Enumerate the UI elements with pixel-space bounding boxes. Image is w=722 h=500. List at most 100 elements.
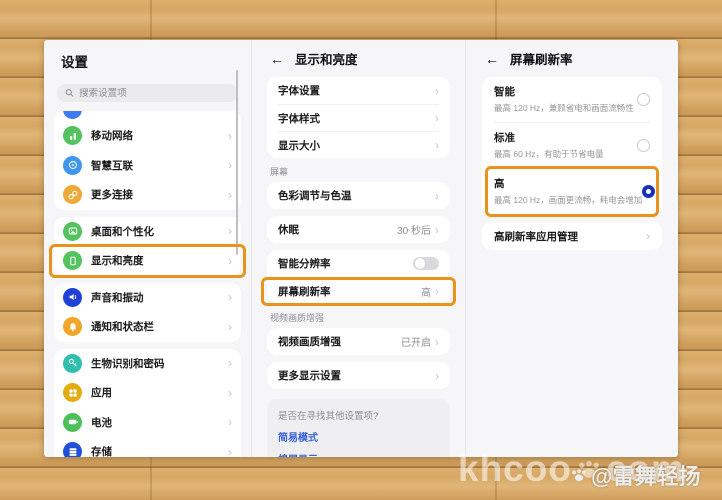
sidebar-item-smart-connect[interactable]: 智慧互联 › [63,151,232,181]
author-handle: @雷舞轻扬 [591,459,700,491]
refresh-rate-panel: ← 屏幕刷新率 智能 最高 120 Hz，兼顾省电和画面流畅性 标准 最高 60… [466,40,678,457]
sidebar-item-label: 电池 [91,415,112,430]
settings-group-display: 桌面和个性化 › 显示和亮度 › [54,217,241,276]
option-text: 高 最高 120 Hz，画面更流畅，耗电会增加 [494,176,642,206]
sidebar-item-display-brightness[interactable]: 显示和亮度 › [63,246,232,276]
sidebar-item-label: 更多连接 [91,187,133,202]
sidebar-item-label: 显示和亮度 [91,253,144,268]
clipped-item-icon [63,111,82,119]
chevron-right-icon: › [646,230,650,242]
panel-title: 屏幕刷新率 [510,49,573,68]
row-label: 高刷新率应用管理 [494,229,578,244]
back-icon[interactable]: ← [485,52,499,66]
row-label: 更多显示设置 [278,368,341,383]
search-bar[interactable] [57,84,238,102]
link-always-on-display[interactable]: 熄屏显示 [278,451,439,457]
search-icon [65,88,74,98]
storage-icon [63,442,82,457]
toggle-knob [415,258,426,269]
settings-group-connections: 移动网络 › 智慧互联 › 更多连接 › [54,111,241,210]
sidebar-item-apps[interactable]: 应用 › [63,378,232,408]
sidebar-item-notifications[interactable]: 通知和状态栏 › [63,312,232,342]
battery-icon [63,413,82,432]
row-label: 屏幕刷新率 [278,284,331,299]
sidebar-item-battery[interactable]: 电池 › [63,408,232,438]
smart-connect-icon [63,156,82,175]
row-more-display-settings[interactable]: 更多显示设置 › [278,362,439,389]
chevron-right-icon: › [435,190,439,202]
home-personalization-icon [63,222,82,241]
chevron-right-icon: › [228,130,232,142]
settings-group-system: 生物识别和密码 › 应用 › 电池 › [54,349,241,458]
row-label: 视频画质增强 [278,334,341,349]
display-brightness-icon [63,251,82,270]
row-label: 字体设置 [278,83,320,98]
chevron-right-icon: › [228,321,232,333]
manage-apps-card: 高刷新率应用管理 › [482,222,662,250]
sidebar-item-more-connections[interactable]: 更多连接 › [63,180,232,210]
option-description: 最高 120 Hz，画面更流畅，耗电会增加 [494,194,642,206]
row-high-refresh-app-management[interactable]: 高刷新率应用管理 › [494,222,650,250]
row-smart-resolution[interactable]: 智能分辨率 [278,250,439,277]
back-icon[interactable]: ← [270,52,284,66]
chevron-right-icon: › [228,159,232,171]
radio-selected-icon[interactable] [642,185,655,198]
option-label: 标准 [494,130,604,145]
section-label-video: 视频画质增强 [270,311,447,324]
settings-panel: 设置 移动网络 › [44,40,251,457]
mobile-network-icon [63,126,82,145]
row-display-size[interactable]: 显示大小 › [278,131,439,158]
chevron-right-icon: › [228,255,232,267]
option-description: 最高 60 Hz，有助于节省电量 [494,148,604,160]
smart-resolution-toggle[interactable] [413,257,439,271]
partially-visible-item[interactable] [63,111,232,121]
panel-header: ← 屏幕刷新率 [482,40,662,77]
chevron-right-icon: › [435,285,439,297]
resolution-refresh-card: 智能分辨率 屏幕刷新率 高 › [267,250,450,304]
sidebar-item-mobile-network[interactable]: 移动网络 › [63,121,232,151]
radio-unselected-icon[interactable] [637,93,650,106]
sidebar-item-sound-vibration[interactable]: 声音和振动 › [63,283,232,313]
sleep-value: 30 秒后 [397,222,431,237]
search-input[interactable] [79,88,230,99]
row-color-temp[interactable]: 色彩调节与色温 › [278,182,439,209]
chevron-right-icon: › [228,189,232,201]
row-label: 色彩调节与色温 [278,188,352,203]
sidebar-item-label: 声音和振动 [91,290,144,305]
more-display-card: 更多显示设置 › [267,362,450,389]
link-simple-mode[interactable]: 简易模式 [278,429,439,444]
more-connections-icon [63,185,82,204]
row-font-style[interactable]: 字体样式 › [278,104,439,131]
row-refresh-rate[interactable]: 屏幕刷新率 高 › [278,277,439,304]
option-smart[interactable]: 智能 最高 120 Hz，兼顾省电和画面流畅性 [494,77,650,122]
sidebar-item-label: 移动网络 [91,128,133,143]
row-video-enhance[interactable]: 视频画质增强 已开启 › [278,328,439,355]
option-high[interactable]: 高 最高 120 Hz，画面更流畅，耗电会增加 [494,168,650,214]
sidebar-item-biometrics-password[interactable]: 生物识别和密码 › [63,349,232,379]
refresh-rate-options-card: 智能 最高 120 Hz，兼顾省电和画面流畅性 标准 最高 60 Hz，有助于节… [482,77,662,214]
radio-unselected-icon[interactable] [637,139,650,152]
row-sleep[interactable]: 休眠 30 秒后 › [278,216,439,243]
row-label: 字体样式 [278,111,320,126]
chevron-right-icon: › [435,336,439,348]
row-label: 休眠 [278,222,299,237]
video-enhance-value: 已开启 [401,334,431,349]
refresh-rate-value: 高 [421,284,431,299]
suggestions-title: 是否在寻找其他设置项? [278,408,439,422]
chevron-right-icon: › [228,291,232,303]
author-watermark: @雷舞轻扬 [570,459,700,491]
chevron-right-icon: › [228,225,232,237]
row-label: 智能分辨率 [278,256,331,271]
paw-icon [570,468,588,482]
sidebar-item-home-personalization[interactable]: 桌面和个性化 › [63,217,232,247]
panel-title: 显示和亮度 [295,49,358,68]
option-standard[interactable]: 标准 最高 60 Hz，有助于节省电量 [494,122,650,168]
option-description: 最高 120 Hz，兼顾省电和画面流畅性 [494,102,634,114]
notifications-icon [63,317,82,336]
scrollbar[interactable] [236,70,239,255]
page-title: 设置 [61,51,251,71]
sidebar-item-label: 桌面和个性化 [91,224,154,239]
sidebar-item-storage[interactable]: 存储 › [63,437,232,457]
option-text: 智能 最高 120 Hz，兼顾省电和画面流畅性 [494,84,634,114]
row-font-settings[interactable]: 字体设置 › [278,77,439,104]
